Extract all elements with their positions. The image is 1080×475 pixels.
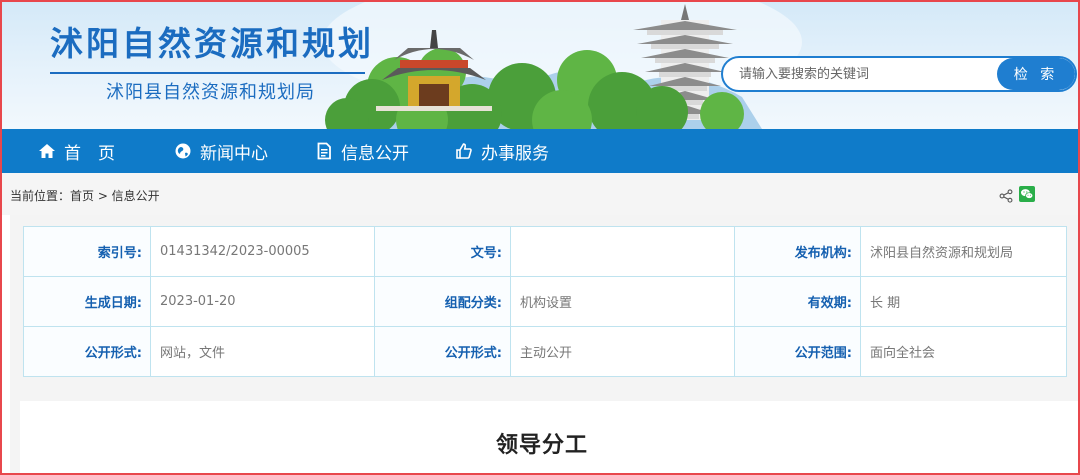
info-label: 索引号: xyxy=(23,226,151,277)
search-input[interactable] xyxy=(723,58,1001,90)
info-table: 索引号: 01431342/2023-00005 文号: 发布机构: 沭阳县自然资源和规… xyxy=(23,226,1067,377)
info-value: 网站，文件 xyxy=(150,326,375,377)
pagoda-band-5 xyxy=(651,44,719,49)
page-frame: 沭阳自然资源和规划 沭阳县自然资源和规划局 检 索 首 页 新闻中心 信 xyxy=(0,0,1080,475)
pagoda-band-3 xyxy=(659,72,711,77)
globe-icon xyxy=(174,142,192,160)
nav-item-home[interactable]: 首 页 xyxy=(38,129,115,173)
site-header: 沭阳自然资源和规划 沭阳县自然资源和规划局 检 索 xyxy=(2,2,1078,129)
nav-label-info-disclosure: 信息公开 xyxy=(341,143,409,164)
info-label: 公开形式: xyxy=(23,326,151,377)
nav-label-home: 首 页 xyxy=(64,143,115,164)
site-subtitle: 沭阳县自然资源和规划局 xyxy=(106,82,315,103)
info-value: 2023-01-20 xyxy=(150,276,375,327)
info-label: 公开范围: xyxy=(734,326,861,377)
info-label: 生成日期: xyxy=(23,276,151,327)
nav-label-news: 新闻中心 xyxy=(200,143,268,164)
breadcrumb-bar: 当前位置：首页 > 信息公开 xyxy=(2,173,1078,215)
nav-label-services: 办事服务 xyxy=(481,143,549,164)
nav-item-info-disclosure[interactable]: 信息公开 xyxy=(315,129,409,173)
info-value: 面向全社会 xyxy=(860,326,1067,377)
pagoda-band-4 xyxy=(655,58,715,63)
info-value: 主动公开 xyxy=(510,326,735,377)
info-row: 索引号: 01431342/2023-00005 文号: 发布机构: 沭阳县自然资源和规… xyxy=(23,226,1067,277)
info-value: 沭阳县自然资源和规划局 xyxy=(860,226,1067,277)
info-row: 生成日期: 2023-01-20 组配分类: 机构设置 有效期: 长 期 xyxy=(23,276,1067,327)
info-value xyxy=(510,226,735,277)
info-label: 文号: xyxy=(374,226,511,277)
main-nav: 首 页 新闻中心 信息公开 办事服务 xyxy=(2,129,1078,173)
info-value: 长 期 xyxy=(860,276,1067,327)
wechat-icon[interactable] xyxy=(1019,186,1035,202)
info-value: 01431342/2023-00005 xyxy=(150,226,375,277)
thumbs-up-icon xyxy=(455,142,473,160)
share-icon[interactable] xyxy=(999,188,1013,203)
nav-item-news[interactable]: 新闻中心 xyxy=(174,129,268,173)
title-divider xyxy=(50,72,365,74)
home-icon xyxy=(38,142,56,160)
info-row: 公开形式: 网站，文件 公开形式: 主动公开 公开范围: 面向全社会 xyxy=(23,326,1067,377)
search-button[interactable]: 检 索 xyxy=(997,58,1075,90)
info-label: 有效期: xyxy=(734,276,861,327)
breadcrumb: 当前位置：首页 > 信息公开 xyxy=(10,189,160,203)
site-title: 沭阳自然资源和规划 xyxy=(50,24,374,63)
pavilion-beam xyxy=(400,60,468,68)
pavilion-railing xyxy=(376,106,492,111)
info-label: 公开形式: xyxy=(374,326,511,377)
nav-item-services[interactable]: 办事服务 xyxy=(455,129,549,173)
search-box: 检 索 xyxy=(721,56,1077,92)
pagoda-band-6 xyxy=(647,30,723,35)
info-label: 发布机构: xyxy=(734,226,861,277)
info-label: 组配分类: xyxy=(374,276,511,327)
info-value: 机构设置 xyxy=(510,276,735,327)
site-logo[interactable]: 沭阳自然资源和规划 沭阳县自然资源和规划局 xyxy=(50,24,374,104)
article-title: 领导分工 xyxy=(495,433,588,458)
document-icon xyxy=(315,142,333,160)
